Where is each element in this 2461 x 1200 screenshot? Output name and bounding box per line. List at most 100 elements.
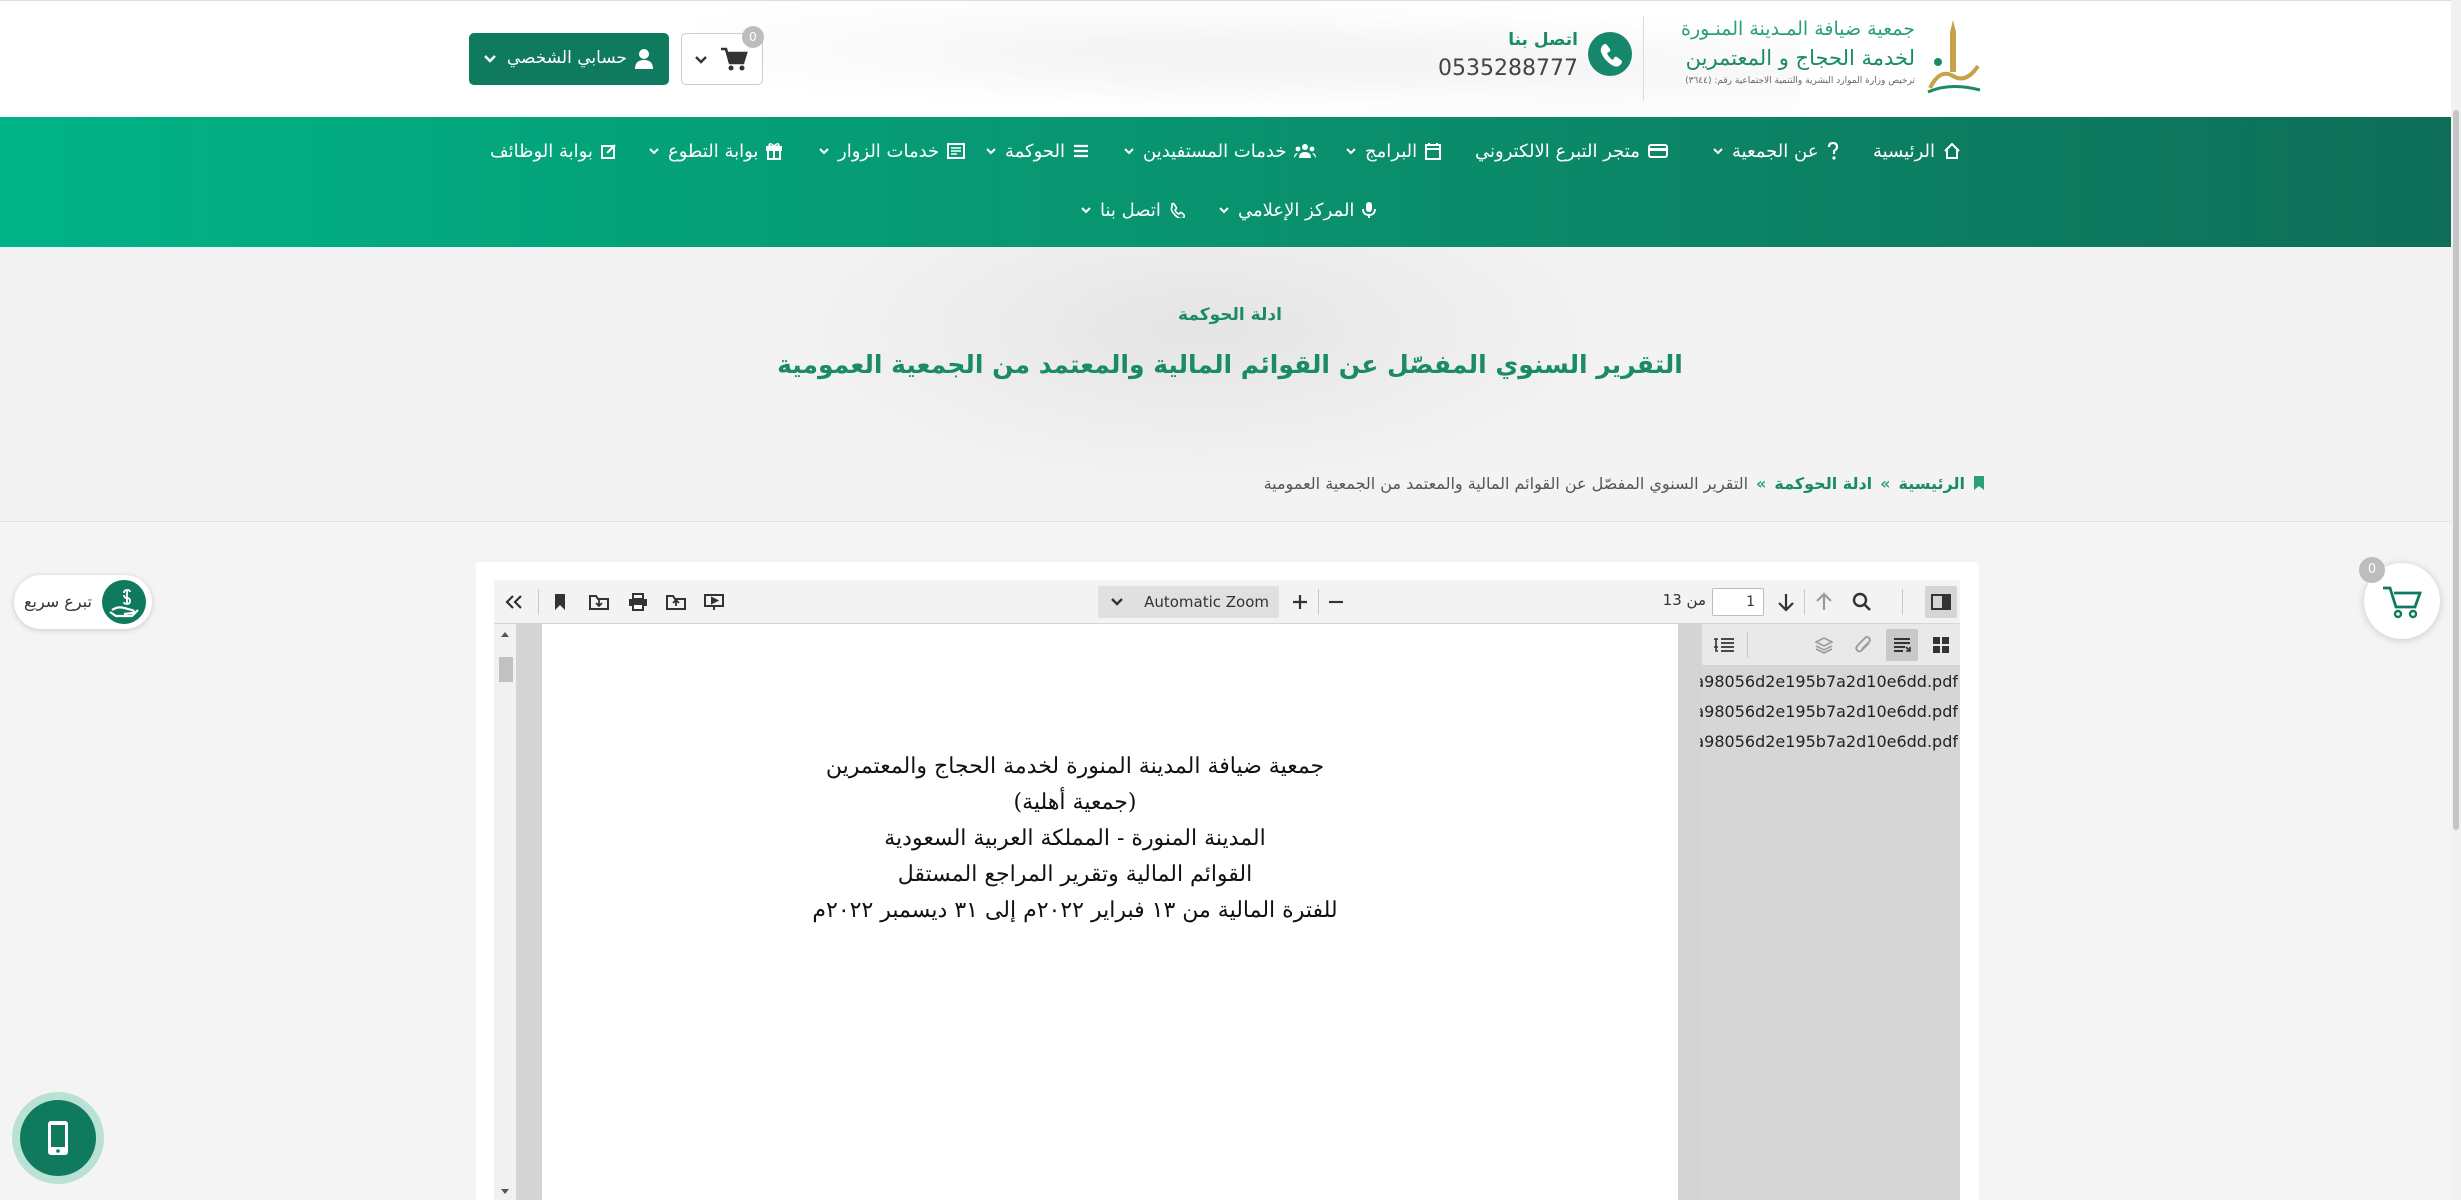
user-icon <box>635 49 653 69</box>
breadcrumb-current: التقرير السنوي المفصّل عن القوائم المالي… <box>1263 473 1749 493</box>
contact-phone-button[interactable] <box>1588 32 1632 76</box>
open-file-button[interactable] <box>660 586 692 618</box>
pdf-scrollbar-thumb[interactable] <box>499 657 513 682</box>
nav-item-visitor-services[interactable]: خدمات الزوار <box>818 133 966 169</box>
nav-label-home: الرئيسية <box>1873 140 1935 162</box>
search-icon <box>1852 592 1871 611</box>
nav-label-visitor-services: خدمات الزوار <box>838 140 940 162</box>
scroll-up-arrow-icon <box>501 632 509 637</box>
outline-view-button[interactable] <box>1886 629 1918 661</box>
next-page-button[interactable] <box>1770 586 1802 618</box>
toolbar-separator <box>1747 632 1748 658</box>
attachment-item[interactable]: 3a98056d2e195b7a2d10e6dd.pdf <box>1700 732 1958 751</box>
download-icon <box>589 595 609 610</box>
attachment-item[interactable]: 3a98056d2e195b7a2d10e6dd.pdf <box>1700 672 1958 691</box>
paperclip-icon <box>1855 636 1871 653</box>
header-pattern <box>700 1 1800 118</box>
hero-divider <box>0 521 2461 522</box>
nav-item-governance[interactable]: الحوكمة <box>985 133 1089 169</box>
nav-item-media-center[interactable]: المركز الإعلامي <box>1218 192 1377 228</box>
breadcrumb-home[interactable]: الرئيسية <box>1899 474 1966 493</box>
chevron-down-icon <box>1081 207 1091 214</box>
quick-donate-button[interactable]: تبرع سريع <box>14 575 152 629</box>
chevron-down-icon <box>1124 148 1134 155</box>
zoom-in-button[interactable] <box>1284 586 1316 618</box>
section-label: ادلة الحوكمة <box>1178 305 1282 325</box>
attachments-view-button[interactable] <box>1848 629 1880 661</box>
gift-icon <box>766 143 783 160</box>
nav-item-about[interactable]: عن الجمعية <box>1712 133 1840 169</box>
document-text-line: جمعية ضيافة المدينة المنورة لخدمة الحجاج… <box>825 754 1325 779</box>
account-button[interactable]: حسابي الشخصي <box>469 33 669 85</box>
toolbar-separator <box>538 589 539 615</box>
sidebar-toggle-icon <box>1931 594 1951 610</box>
toggle-sidebar-button[interactable] <box>1925 586 1957 618</box>
nav-item-jobs[interactable]: بوابة الوظائف <box>490 133 617 169</box>
microphone-icon <box>1362 202 1377 218</box>
nav-label-media-center: المركز الإعلامي <box>1238 199 1355 221</box>
mobile-app-button[interactable] <box>12 1092 104 1184</box>
chevron-down-icon <box>1346 148 1356 155</box>
pdf-scrollbar[interactable] <box>494 624 516 1200</box>
logo-title[interactable]: جمعية ضيافة المـدينة المنـورة <box>1640 18 1915 40</box>
layers-icon <box>1815 637 1833 654</box>
page-scrollbar-thumb[interactable] <box>2453 110 2459 830</box>
chevron-down-icon <box>1219 207 1229 214</box>
nav-label-about: عن الجمعية <box>1732 140 1819 162</box>
logo-emblem[interactable] <box>1920 18 1986 98</box>
contact-phone-number[interactable]: 0535288777 <box>1420 56 1578 81</box>
zoom-select-value: Automatic Zoom <box>1144 593 1269 611</box>
nav-item-beneficiary-services[interactable]: خدمات المستفيدين <box>1123 133 1317 169</box>
nav-item-donation-store[interactable]: متجر التبرع الالكتروني <box>1475 133 1668 169</box>
chevron-down-icon <box>819 148 829 155</box>
donate-hand-icon <box>102 580 146 624</box>
nav-item-volunteering[interactable]: بوابة التطوع <box>648 133 783 169</box>
nav-item-contact[interactable]: اتصل بنا <box>1080 192 1185 228</box>
attachment-item[interactable]: 3a98056d2e195b7a2d10e6dd.pdf <box>1700 702 1958 721</box>
page-count-label: من 13 <box>1662 591 1706 609</box>
nav-label-beneficiary-services: خدمات المستفيدين <box>1143 140 1287 162</box>
layers-view-button[interactable] <box>1808 629 1840 661</box>
tools-menu-button[interactable] <box>498 586 530 618</box>
thumbnail-view-button[interactable] <box>1925 629 1957 661</box>
logo-license-text: ترخيص وزارة الموارد البشرية والتنمية الا… <box>1685 76 1915 86</box>
top-header <box>0 0 2461 118</box>
download-button[interactable] <box>583 586 615 618</box>
outline-icon <box>1894 638 1911 652</box>
grid-icon <box>1933 637 1949 653</box>
card-icon <box>1647 144 1668 158</box>
cart-icon <box>2383 586 2422 619</box>
plus-icon <box>1293 595 1307 609</box>
page-number-input[interactable]: 1 <box>1712 588 1764 616</box>
breadcrumb-section[interactable]: ادلة الحوكمة <box>1774 474 1872 493</box>
print-button[interactable] <box>622 586 654 618</box>
zoom-select[interactable]: Automatic Zoom <box>1098 586 1279 618</box>
arrow-up-icon <box>1816 592 1832 610</box>
nav-item-programs[interactable]: البرامج <box>1345 133 1442 169</box>
chevron-down-icon <box>986 148 996 155</box>
outline-find-icon <box>1714 638 1734 652</box>
previous-page-button[interactable] <box>1808 586 1840 618</box>
account-label: حسابي الشخصي <box>506 48 627 68</box>
bookmark-icon <box>555 594 565 610</box>
logo-subtitle[interactable]: لخدمة الحجاج و المعتمرين <box>1640 46 1915 70</box>
current-outline-item-button[interactable] <box>1708 629 1740 661</box>
toolbar-separator <box>1318 589 1319 615</box>
presentation-icon <box>704 594 724 610</box>
phone-icon <box>1600 44 1622 67</box>
contact-label: اتصل بنا <box>1508 30 1578 50</box>
list-icon <box>1074 144 1089 158</box>
nav-label-programs: البرامج <box>1365 140 1418 162</box>
header-divider <box>1643 16 1644 101</box>
breadcrumb-separator: » <box>1880 473 1891 493</box>
print-icon <box>629 593 647 611</box>
bookmark-icon <box>1974 476 1984 490</box>
floating-cart-count-badge: 0 <box>2359 557 2385 583</box>
mobile-app-button-inner <box>20 1100 96 1176</box>
nav-item-home[interactable]: الرئيسية <box>1873 133 1961 169</box>
bookmark-button[interactable] <box>544 586 576 618</box>
zoom-out-button[interactable] <box>1320 586 1352 618</box>
find-button[interactable] <box>1846 586 1878 618</box>
arrow-down-icon <box>1778 594 1794 612</box>
presentation-mode-button[interactable] <box>698 586 730 618</box>
